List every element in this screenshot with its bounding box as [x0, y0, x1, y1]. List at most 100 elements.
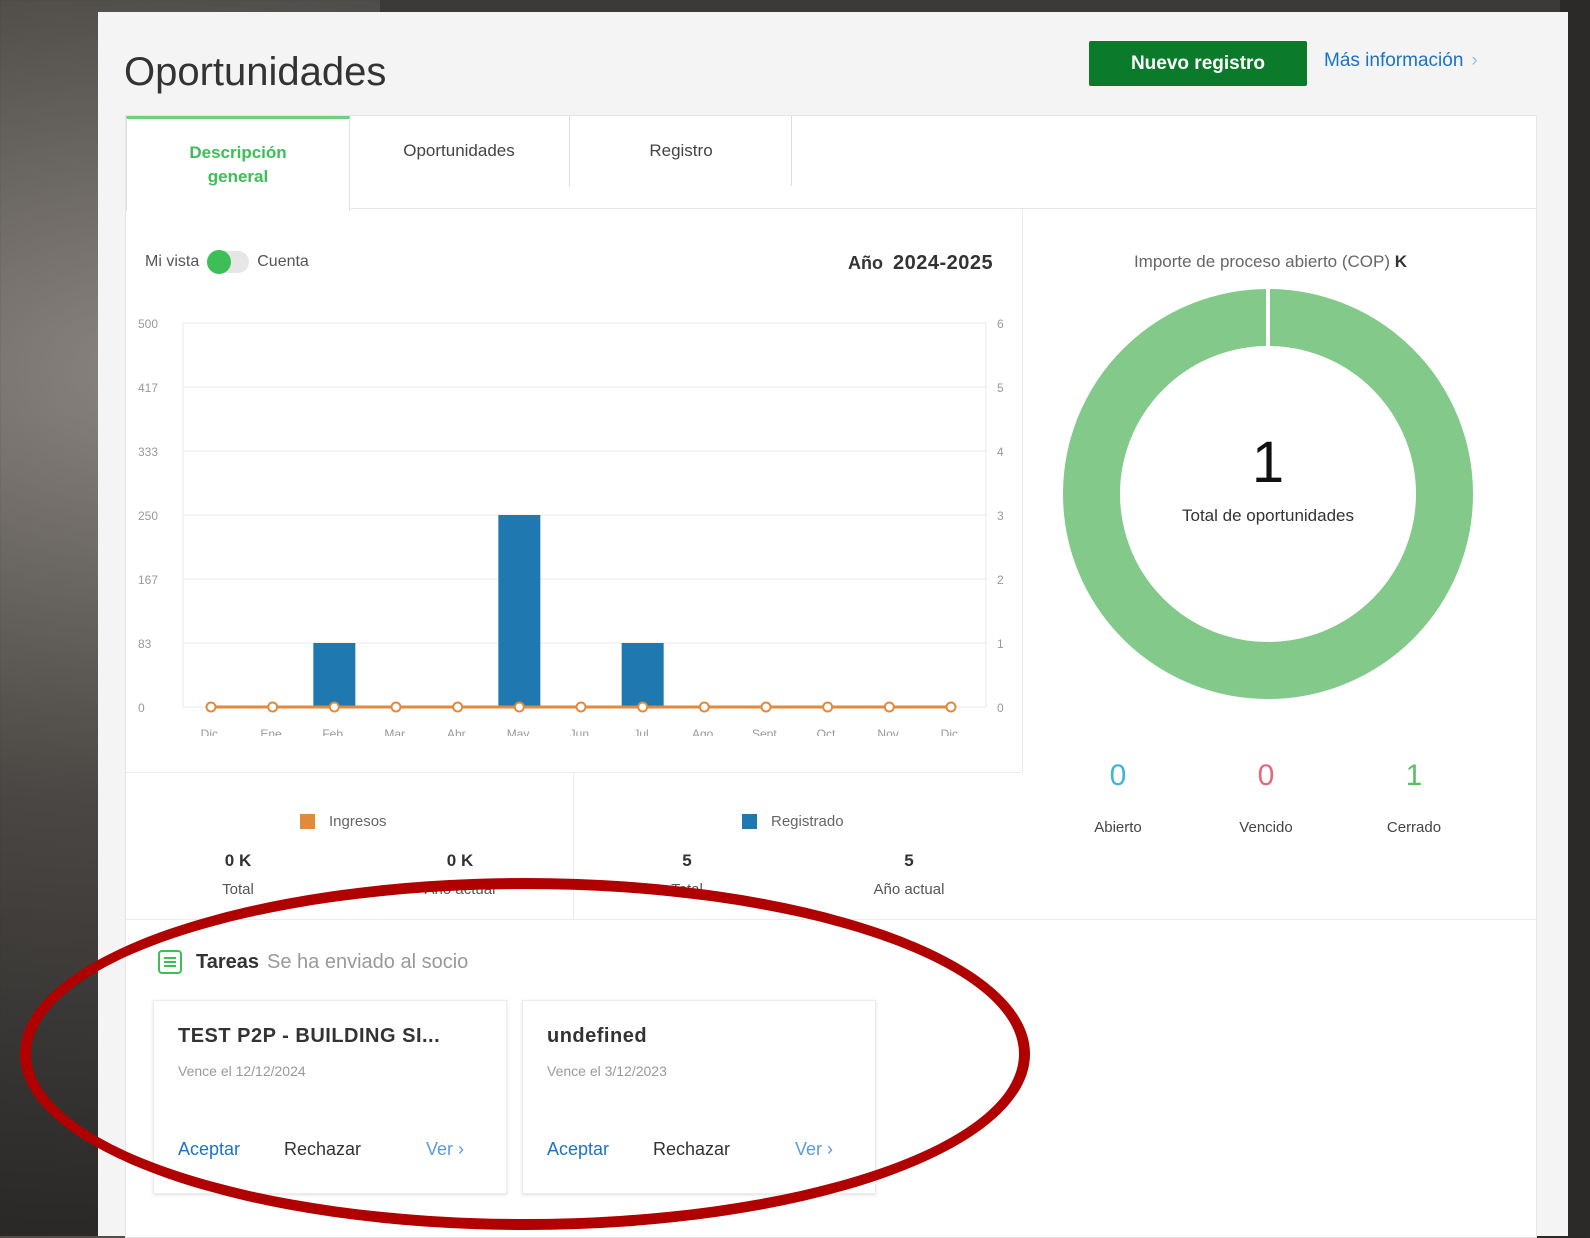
bar-registrado	[621, 643, 664, 707]
donut-caption: Total de oportunidades	[1181, 506, 1355, 525]
x-tick-label: May.	[507, 727, 532, 736]
legend-registrado: Registrado	[742, 813, 844, 830]
legend-ingresos-label: Ingresos	[329, 813, 387, 830]
toggle-left-label: Mi vista	[145, 253, 200, 270]
ingresos-year-value: 0 K	[446, 851, 474, 870]
x-tick-label: Mar.	[384, 727, 407, 736]
task-list-icon	[158, 950, 182, 974]
ingresos-total-label: Total	[222, 881, 254, 898]
ingresos-year-label: Año actual	[424, 881, 496, 898]
x-tick-label: Nov.	[877, 727, 901, 736]
tab-registration-label: Registro	[649, 141, 713, 160]
y-right-tick-label: 5	[997, 381, 1004, 395]
tab-opportunities[interactable]: Oportunidades	[348, 116, 570, 208]
more-info-label: Más información	[1324, 50, 1464, 71]
point-ingresos	[637, 701, 649, 713]
y-left-tick-label: 0	[138, 701, 145, 715]
reject-button[interactable]: Rechazar	[284, 1139, 361, 1160]
new-record-button[interactable]: Nuevo registro	[1089, 41, 1307, 86]
count-open-label: Abierto	[1094, 819, 1142, 836]
overview-card: Descripción general Oportunidades Registr…	[125, 115, 1537, 1238]
legend-ingresos: Ingresos	[300, 813, 387, 830]
bar-registrado	[498, 515, 541, 707]
point-ingresos	[760, 701, 772, 713]
year-display: Año 2024-2025	[848, 252, 993, 275]
y-left-tick-label: 417	[138, 381, 158, 395]
chevron-right-icon: ›	[827, 1139, 834, 1159]
task-card: TEST P2P - BUILDING SI... Vence el 12/12…	[153, 1000, 507, 1194]
x-tick-label: Dic.	[201, 727, 222, 736]
point-ingresos	[945, 701, 957, 713]
tab-opportunities-label: Oportunidades	[403, 141, 515, 160]
ingresos-total-value: 0 K	[224, 851, 252, 870]
tab-overview-line1: Descripción	[189, 143, 287, 162]
view-link[interactable]: Ver ›	[795, 1139, 833, 1160]
count-closed-label: Cerrado	[1386, 819, 1442, 836]
registrado-total-value: 5	[682, 851, 692, 870]
tab-overview-line2: general	[207, 167, 269, 186]
tab-divider	[791, 116, 792, 186]
count-closed-value: 1	[1405, 759, 1423, 792]
monthly-chart: 500 6 417 5 333 4 250 3 167 2 83 1 0 0 Dic. Ene. Feb. Mar…	[138, 317, 1004, 736]
point-ingresos	[328, 701, 340, 713]
x-tick-label: Oct.	[817, 727, 839, 736]
y-left-tick-label: 167	[138, 573, 158, 587]
y-right-tick-label: 3	[997, 509, 1004, 523]
task-title: TEST P2P - BUILDING SI...	[178, 1025, 441, 1047]
y-left-tick-label: 500	[138, 317, 158, 331]
accept-button[interactable]: Aceptar	[547, 1139, 609, 1160]
chevron-right-icon: ›	[1471, 50, 1478, 71]
x-tick-label: Jun.	[570, 727, 593, 736]
x-tick-label: Jul.	[633, 727, 652, 736]
y-left-tick-label: 83	[138, 637, 152, 651]
donut-count: 1	[1251, 430, 1285, 495]
view-link-label: Ver	[795, 1139, 823, 1159]
tasks-subtitle: Se ha enviado al socio	[267, 950, 469, 973]
point-ingresos	[575, 701, 587, 713]
tasks-header: Tareas Se ha enviado al socio	[156, 948, 468, 976]
chevron-right-icon: ›	[458, 1139, 465, 1159]
task-due-date: Vence el 3/12/2023	[547, 1063, 667, 1079]
registrado-swatch	[742, 814, 757, 829]
opportunities-panel: Oportunidades Nuevo registro Más informa…	[98, 12, 1568, 1238]
view-toggle[interactable]	[207, 250, 250, 274]
task-title: undefined	[547, 1025, 648, 1047]
reject-button[interactable]: Rechazar	[653, 1139, 730, 1160]
x-tick-label: Feb.	[322, 727, 346, 736]
x-tick-label: Dic.	[941, 727, 962, 736]
donut-unit: K	[1394, 252, 1408, 271]
donut-pane: Importe de proceso abierto (COP) K 1 Tot…	[1023, 209, 1536, 919]
point-ingresos	[390, 701, 402, 713]
legend-registrado-label: Registrado	[771, 813, 844, 830]
view-link[interactable]: Ver ›	[426, 1139, 464, 1160]
point-ingresos	[822, 701, 834, 713]
accept-button[interactable]: Aceptar	[178, 1139, 240, 1160]
x-tick-label: Abr.	[447, 727, 468, 736]
more-info-link[interactable]: Más información ›	[1324, 50, 1478, 72]
x-tick-label: Ago.	[692, 727, 717, 736]
task-card: undefined Vence el 3/12/2023 Aceptar Rec…	[522, 1000, 876, 1194]
task-due-date: Vence el 12/12/2024	[178, 1063, 306, 1079]
toggle-right-label: Cuenta	[257, 253, 309, 270]
registrado-total-label: Total	[671, 881, 703, 898]
year-value[interactable]: 2024-2025	[893, 252, 993, 274]
count-open-value: 0	[1109, 759, 1127, 792]
y-right-tick-label: 0	[997, 701, 1004, 715]
tasks-section: Tareas Se ha enviado al socio TEST P2P -…	[126, 919, 1536, 1238]
point-ingresos	[513, 701, 525, 713]
tab-overview[interactable]: Descripción general	[126, 116, 350, 211]
point-ingresos	[698, 701, 710, 713]
registrado-year-value: 5	[904, 851, 914, 870]
donut-title-text: Importe de proceso abierto (COP)	[1133, 252, 1391, 271]
y-left-tick-label: 333	[138, 445, 158, 459]
x-tick-label: Ene.	[260, 727, 285, 736]
background-top	[380, 0, 1560, 12]
point-ingresos	[883, 701, 895, 713]
count-overdue-value: 0	[1257, 759, 1275, 792]
year-label: Año	[848, 253, 883, 273]
y-right-tick-label: 1	[997, 637, 1004, 651]
x-tick-label: Sept.	[752, 727, 780, 736]
y-right-tick-label: 2	[997, 573, 1004, 587]
page-title: Oportunidades	[124, 50, 387, 94]
tab-registration[interactable]: Registro	[570, 116, 792, 208]
